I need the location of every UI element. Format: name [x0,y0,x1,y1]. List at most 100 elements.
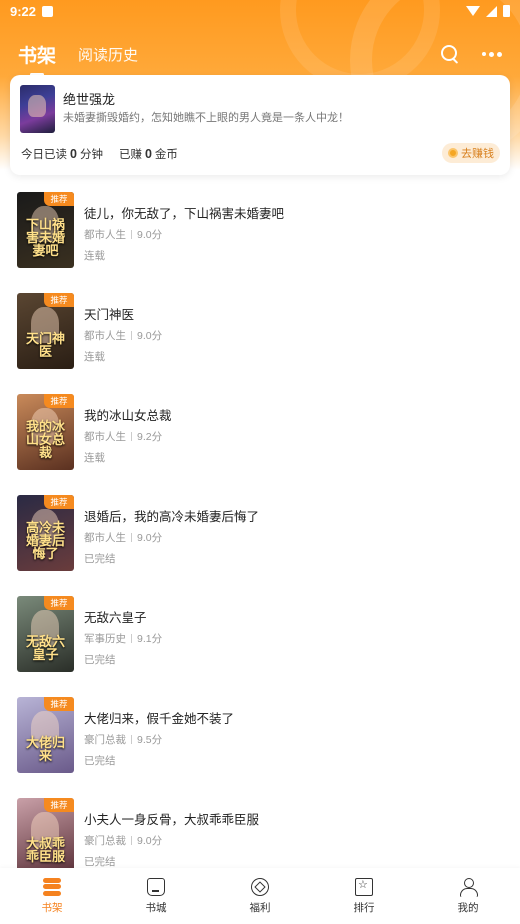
tab-reading-history[interactable]: 阅读历史 [78,44,138,65]
book-status: 已完结 [84,553,116,565]
book-title[interactable]: 小夫人一身反骨，大叔乖乖臣服 [84,809,259,828]
cover-title-art: 高冷未婚妻后悔了 [25,521,65,562]
earn-money-button[interactable]: 去赚钱 [442,143,500,163]
cover-title-art: 大佬归来 [25,736,65,764]
cover-title-art: 大叔乖乖臣服 [25,837,65,865]
book-score: 9.1分 [137,633,163,645]
bottom-tab-bar: 书架 书城 福利 排行 我的 [0,868,520,924]
book-list-item[interactable]: 无敌六皇子 推荐 无敌六皇子 军事历史 9.1分 已完结 [0,594,520,695]
status-bar: 9:22 [0,0,520,22]
tabbar-label: 排行 [353,901,375,914]
book-score: 9.0分 [137,229,163,241]
store-icon [147,877,165,896]
book-meta: 豪门总裁 9.5分 [84,732,162,747]
book-title[interactable]: 天门神医 [84,304,134,323]
book-list-item[interactable]: 高冷未婚妻后悔了 推荐 退婚后，我的高冷未婚妻后悔了 都市人生 9.0分 已完结 [0,493,520,594]
book-genre: 军事历史 [84,633,126,645]
book-title[interactable]: 退婚后，我的高冷未婚妻后悔了 [84,506,259,525]
meta-divider [131,331,132,340]
book-status: 连载 [84,351,105,363]
earn-button-label: 去赚钱 [461,148,494,160]
recommend-tag: 推荐 [44,495,74,509]
meta-divider [131,735,132,744]
earned-value: 0 [144,147,152,161]
book-list-item[interactable]: 天门神医 推荐 天门神医 都市人生 9.0分 连载 [0,291,520,392]
search-icon[interactable] [440,44,460,64]
recommend-tag: 推荐 [44,293,74,307]
cover-title-art: 天门神医 [25,332,65,360]
meta-divider [131,432,132,441]
book-meta: 都市人生 9.2分 [84,429,162,444]
wifi-icon [466,6,480,16]
book-genre: 都市人生 [84,431,126,443]
book-cover[interactable]: 下山祸害未婚妻吧 推荐 [17,192,74,268]
notification-icon [42,5,54,17]
meta-divider [131,230,132,239]
book-score: 9.0分 [137,835,163,847]
earned-prefix: 已赚 [118,149,142,161]
tabbar-label: 书城 [145,901,167,914]
book-score: 9.2分 [137,431,163,443]
book-cover[interactable]: 天门神医 推荐 [17,293,74,369]
book-cover[interactable] [20,85,55,133]
read-value: 0 [70,147,77,161]
tabbar-item-bookshelf[interactable]: 书架 [0,868,104,924]
book-cover[interactable]: 无敌六皇子 推荐 [17,596,74,672]
book-title[interactable]: 徒儿，你无敌了，下山祸害未婚妻吧 [84,203,284,222]
book-title[interactable]: 我的冰山女总裁 [84,405,172,424]
tabbar-item-store[interactable]: 书城 [104,868,208,924]
profile-icon [459,877,478,897]
book-title[interactable]: 大佬归来，假千金她不装了 [84,708,234,727]
book-score: 9.0分 [137,532,163,544]
book-meta: 都市人生 9.0分 [84,328,162,343]
book-list-item[interactable]: 大佬归来 推荐 大佬归来，假千金她不装了 豪门总裁 9.5分 已完结 [0,695,520,796]
earned-unit: 金币 [154,149,178,161]
reading-stats: 今日已读 0 分钟 已赚 0 金币 [21,146,178,162]
book-cover[interactable]: 大佬归来 推荐 [17,697,74,773]
tab-bookshelf[interactable]: 书架 [18,41,56,68]
reading-card[interactable]: 绝世强龙 未婚妻撕毁婚约，怎知她瞧不上眼的男人竟是一条人中龙！ 今日已读 0 分钟 … [10,75,510,175]
more-icon[interactable] [482,51,502,57]
tabbar-label: 书架 [41,901,63,914]
tabbar-label: 福利 [249,901,271,914]
tabbar-item-ranking[interactable]: 排行 [312,868,416,924]
recommend-tag: 推荐 [44,798,74,812]
nav-actions [440,44,502,64]
meta-divider [131,533,132,542]
tabbar-label: 我的 [457,901,479,914]
book-meta: 都市人生 9.0分 [84,530,162,545]
book-list: 下山祸害未婚妻吧 推荐 徒儿，你无敌了，下山祸害未婚妻吧 都市人生 9.0分 连… [0,190,520,897]
book-meta: 都市人生 9.0分 [84,227,162,242]
read-prefix: 今日已读 [21,149,67,161]
book-list-item[interactable]: 下山祸害未婚妻吧 推荐 徒儿，你无敌了，下山祸害未婚妻吧 都市人生 9.0分 连… [0,190,520,291]
book-score: 9.5分 [137,734,163,746]
book-cover[interactable]: 我的冰山女总裁 推荐 [17,394,74,470]
card-book-desc: 未婚妻撕毁婚约，怎知她瞧不上眼的男人竟是一条人中龙！ [63,112,349,124]
book-cover[interactable]: 大叔乖乖臣服 推荐 [17,798,74,874]
recommend-tag: 推荐 [44,596,74,610]
book-status: 连载 [84,250,105,262]
cover-title-art: 无敌六皇子 [25,635,65,663]
book-status: 已完结 [84,755,116,767]
book-status: 连载 [84,452,105,464]
book-title[interactable]: 无敌六皇子 [84,607,147,626]
book-cover[interactable]: 高冷未婚妻后悔了 推荐 [17,495,74,571]
recommend-tag: 推荐 [44,697,74,711]
book-genre: 豪门总裁 [84,835,126,847]
book-genre: 都市人生 [84,532,126,544]
welfare-icon [251,877,269,896]
battery-icon [503,5,510,17]
tabbar-item-welfare[interactable]: 福利 [208,868,312,924]
book-list-item[interactable]: 我的冰山女总裁 推荐 我的冰山女总裁 都市人生 9.2分 连载 [0,392,520,493]
book-status: 已完结 [84,856,116,868]
book-genre: 都市人生 [84,330,126,342]
coin-icon [448,148,458,158]
earned-coins-stat: 已赚 0 金币 [119,146,178,162]
meta-divider [131,634,132,643]
status-indicators [466,5,510,17]
bookshelf-icon [43,877,61,896]
card-book-title[interactable]: 绝世强龙 [63,89,115,108]
tabbar-item-profile[interactable]: 我的 [416,868,520,924]
book-meta: 豪门总裁 9.0分 [84,833,162,848]
meta-divider [131,836,132,845]
